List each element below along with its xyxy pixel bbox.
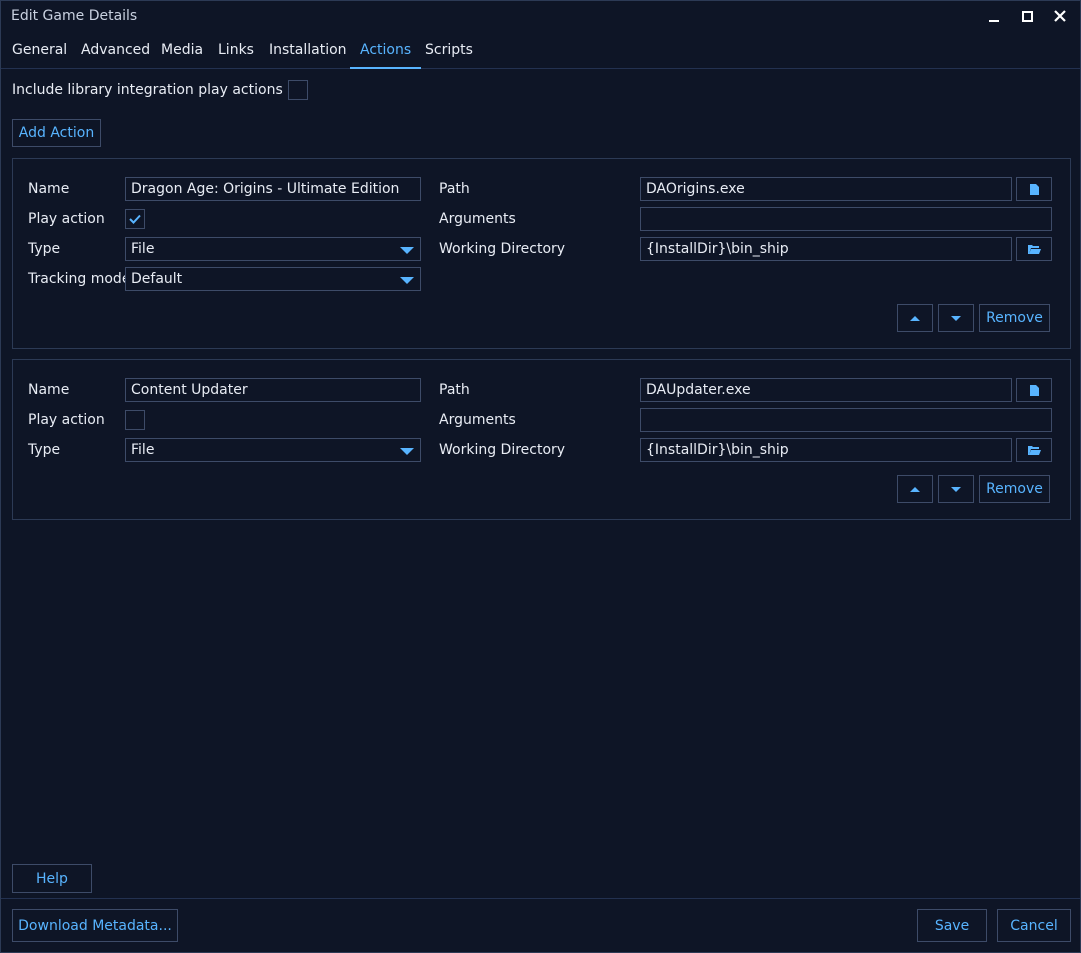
arguments-input[interactable] — [640, 207, 1052, 231]
action-panel: Name Content Updater Play action Type Fi… — [12, 359, 1071, 520]
working-directory-input[interactable]: {InstallDir}\bin_ship — [640, 438, 1012, 462]
play-action-checkbox[interactable] — [125, 209, 145, 229]
footer-divider — [1, 898, 1080, 899]
action-name-input[interactable]: Content Updater — [125, 378, 421, 402]
edit-game-details-window: Edit Game Details General Advanced Media… — [0, 0, 1081, 953]
help-button[interactable]: Help — [12, 864, 92, 893]
remove-button[interactable]: Remove — [979, 475, 1050, 503]
arrow-up-icon — [910, 315, 920, 321]
download-metadata-button[interactable]: Download Metadata... — [12, 909, 178, 942]
tab-bar: General Advanced Media Links Installatio… — [1, 35, 1080, 69]
action-name-input[interactable]: Dragon Age: Origins - Ultimate Edition — [125, 177, 421, 201]
file-icon — [1029, 183, 1039, 195]
close-button[interactable] — [1047, 5, 1073, 27]
cancel-button[interactable]: Cancel — [997, 909, 1071, 942]
folder-icon — [1027, 245, 1041, 254]
type-label: Type — [28, 442, 61, 458]
chevron-down-icon — [400, 448, 414, 455]
maximize-button[interactable] — [1014, 5, 1040, 27]
name-label: Name — [28, 181, 70, 197]
play-action-checkbox[interactable] — [125, 410, 145, 430]
arguments-label: Arguments — [439, 412, 516, 428]
checkmark-icon — [129, 214, 141, 224]
play-action-label: Play action — [28, 412, 105, 428]
type-value: File — [131, 241, 155, 257]
chevron-down-icon — [400, 277, 414, 284]
path-label: Path — [439, 382, 470, 398]
type-label: Type — [28, 241, 61, 257]
tab-scripts[interactable]: Scripts — [415, 35, 483, 69]
minimize-button[interactable] — [981, 5, 1007, 27]
include-library-row: Include library integration play actions — [12, 79, 308, 101]
tab-advanced[interactable]: Advanced — [71, 35, 160, 69]
arguments-input[interactable] — [640, 408, 1052, 432]
type-value: File — [131, 442, 155, 458]
browse-file-button[interactable] — [1016, 378, 1052, 402]
tracking-mode-select[interactable]: Default — [125, 267, 421, 291]
move-down-button[interactable] — [938, 304, 974, 332]
save-button[interactable]: Save — [917, 909, 987, 942]
type-select[interactable]: File — [125, 438, 421, 462]
play-action-label: Play action — [28, 211, 105, 227]
tracking-mode-value: Default — [131, 271, 183, 287]
move-up-button[interactable] — [897, 475, 933, 503]
include-library-label: Include library integration play actions — [12, 82, 283, 98]
folder-icon — [1027, 446, 1041, 455]
tab-general[interactable]: General — [2, 35, 77, 69]
action-panel: Name Dragon Age: Origins - Ultimate Edit… — [12, 158, 1071, 349]
tab-actions[interactable]: Actions — [350, 35, 422, 69]
path-input[interactable]: DAOrigins.exe — [640, 177, 1012, 201]
arrow-down-icon — [951, 315, 961, 321]
move-up-button[interactable] — [897, 304, 933, 332]
file-icon — [1029, 384, 1039, 396]
title-bar: Edit Game Details — [1, 1, 1080, 33]
remove-button[interactable]: Remove — [979, 304, 1050, 332]
browse-folder-button[interactable] — [1016, 237, 1052, 261]
maximize-icon — [1021, 10, 1033, 22]
tab-installation[interactable]: Installation — [259, 35, 357, 69]
tab-links[interactable]: Links — [208, 35, 264, 69]
move-down-button[interactable] — [938, 475, 974, 503]
tracking-mode-label: Tracking mode — [28, 271, 131, 287]
type-select[interactable]: File — [125, 237, 421, 261]
minimize-icon — [989, 20, 999, 22]
name-label: Name — [28, 382, 70, 398]
window-title: Edit Game Details — [11, 8, 138, 24]
path-label: Path — [439, 181, 470, 197]
include-library-checkbox[interactable] — [287, 80, 308, 100]
chevron-down-icon — [400, 247, 414, 254]
browse-file-button[interactable] — [1016, 177, 1052, 201]
close-icon — [1054, 10, 1066, 22]
arrow-down-icon — [951, 486, 961, 492]
path-input[interactable]: DAUpdater.exe — [640, 378, 1012, 402]
tab-media[interactable]: Media — [151, 35, 213, 69]
working-directory-label: Working Directory — [439, 241, 566, 257]
working-directory-input[interactable]: {InstallDir}\bin_ship — [640, 237, 1012, 261]
add-action-button[interactable]: Add Action — [12, 119, 101, 147]
working-directory-label: Working Directory — [439, 442, 566, 458]
arguments-label: Arguments — [439, 211, 516, 227]
browse-folder-button[interactable] — [1016, 438, 1052, 462]
arrow-up-icon — [910, 486, 920, 492]
